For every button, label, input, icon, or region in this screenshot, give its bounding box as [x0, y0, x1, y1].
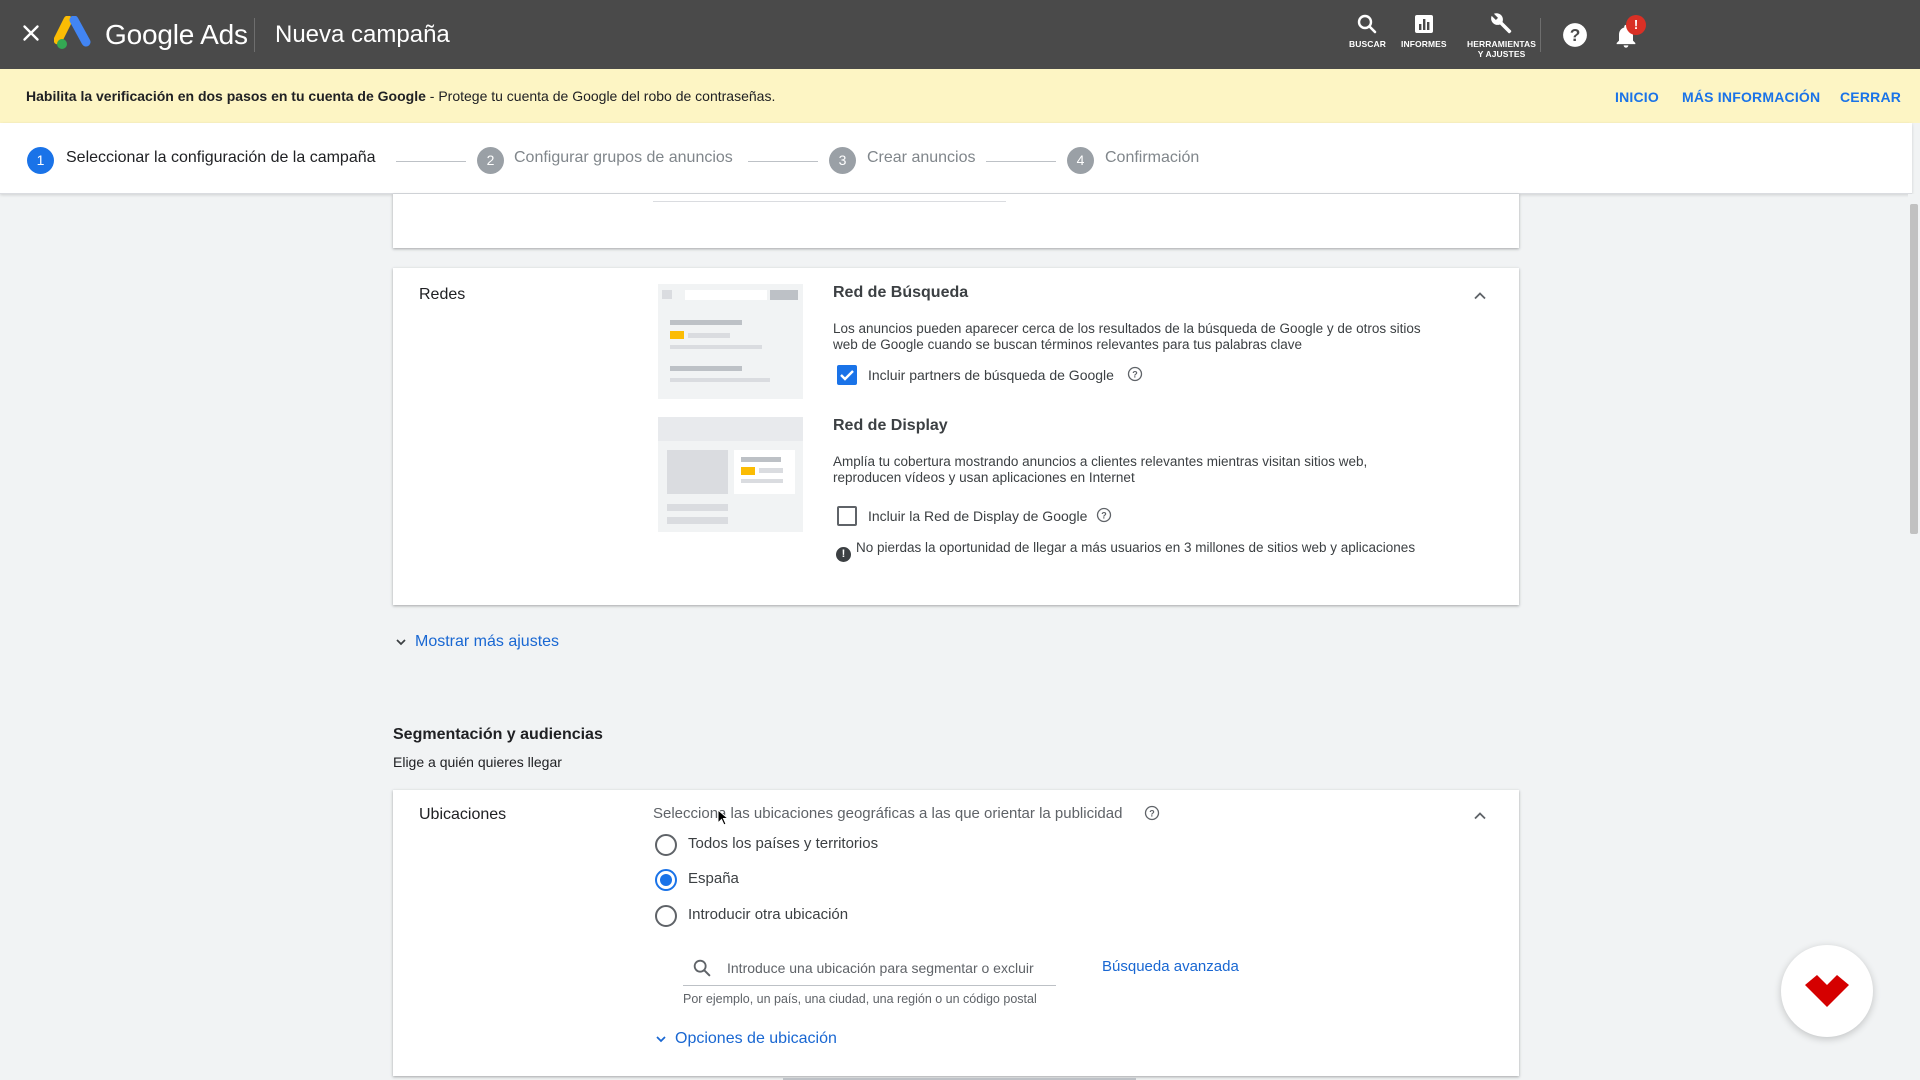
- tools-label-line1: HERRAMIENTAS: [1467, 39, 1537, 49]
- chevron-up-icon[interactable]: [1470, 806, 1490, 826]
- search-icon: [1358, 14, 1377, 34]
- targeting-section-subtitle: Elige a quién quieres llegar: [393, 754, 562, 770]
- location-options-link[interactable]: Opciones de ubicación: [653, 1030, 837, 1048]
- step-2-number: 2: [477, 147, 504, 174]
- checkmark-icon: [840, 370, 854, 381]
- search-button[interactable]: BUSCAR: [1349, 12, 1386, 49]
- banner-text: - Protege tu cuenta de Google del robo d…: [425, 88, 776, 104]
- location-search-field[interactable]: [683, 950, 1056, 986]
- show-more-settings-label: Mostrar más ajustes: [415, 633, 560, 650]
- input-underline: [653, 201, 1006, 202]
- display-network-checkbox[interactable]: [837, 506, 857, 526]
- help-outline-icon[interactable]: ?: [1096, 507, 1112, 523]
- step-2-label[interactable]: Configurar grupos de anuncios: [514, 149, 733, 167]
- banner-close-link[interactable]: CERRAR: [1840, 89, 1901, 105]
- step-1-label[interactable]: Seleccionar la configuración de la campa…: [66, 149, 376, 167]
- svg-text:?: ?: [1149, 809, 1155, 819]
- banner-start-link[interactable]: INICIO: [1615, 89, 1659, 105]
- info-alert-icon: !: [836, 547, 851, 562]
- search-icon: [693, 959, 711, 977]
- reports-icon: [1414, 15, 1433, 33]
- svg-text:?: ?: [1132, 370, 1138, 380]
- tools-label-line2: Y AJUSTES: [1477, 49, 1526, 59]
- locations-title: Ubicaciones: [419, 806, 507, 823]
- step-1-number: 1: [27, 147, 54, 174]
- wrench-icon: [1490, 13, 1511, 34]
- search-network-illustration: [658, 284, 803, 399]
- chevron-down-icon: [656, 1036, 666, 1043]
- red-logo-icon: [1805, 975, 1849, 1007]
- radio-spain[interactable]: [655, 869, 677, 891]
- step-3-number: 3: [829, 147, 856, 174]
- page-title: Nueva campaña: [275, 21, 450, 48]
- svg-text:?: ?: [1570, 25, 1581, 45]
- help-outline-icon[interactable]: ?: [1127, 366, 1143, 382]
- brand-name: Google Ads: [105, 19, 248, 50]
- floating-logo-button[interactable]: [1781, 945, 1873, 1037]
- svg-text:?: ?: [1101, 511, 1107, 521]
- step-3-label[interactable]: Crear anuncios: [867, 149, 976, 167]
- divider: [254, 18, 255, 52]
- display-network-title: Red de Display: [833, 417, 948, 434]
- banner-more-info-link[interactable]: MÁS INFORMACIÓN: [1682, 89, 1820, 105]
- display-network-description: Amplía tu cobertura mostrando anuncios a…: [833, 454, 1368, 485]
- show-more-settings-link[interactable]: Mostrar más ajustes: [393, 633, 559, 651]
- page-scrollbar[interactable]: [1908, 194, 1920, 1080]
- tools-settings-button[interactable]: HERRAMIENTAS Y AJUSTES: [1467, 12, 1536, 59]
- location-options-label: Opciones de ubicación: [675, 1030, 837, 1047]
- search-network-description: Los anuncios pueden aparecer cerca de lo…: [833, 321, 1421, 352]
- step-connector: [986, 161, 1056, 162]
- search-partners-label: Incluir partners de búsqueda de Google: [868, 367, 1114, 383]
- close-icon[interactable]: [18, 20, 44, 46]
- radio-spain-label[interactable]: España: [688, 870, 739, 887]
- previous-settings-card: [393, 194, 1519, 248]
- notification-badge: !: [1626, 15, 1646, 35]
- display-network-warning: No pierdas la oportunidad de llegar a má…: [856, 540, 1416, 555]
- search-network-title: Red de Búsqueda: [833, 284, 969, 301]
- radio-all-countries-label[interactable]: Todos los países y territorios: [688, 835, 878, 852]
- divider: [1540, 18, 1541, 52]
- campaign-stepper: 1 Seleccionar la configuración de la cam…: [0, 123, 1912, 194]
- networks-title: Redes: [419, 286, 466, 303]
- display-network-illustration: [658, 417, 803, 532]
- radio-other-location-label[interactable]: Introducir otra ubicación: [688, 906, 848, 923]
- step-connector: [748, 161, 818, 162]
- step-4-number: 4: [1067, 147, 1094, 174]
- radio-other-location[interactable]: [655, 905, 677, 927]
- chevron-up-icon[interactable]: [1470, 286, 1490, 306]
- top-app-bar: Google Ads Nueva campaña BUSCAR INFORMES…: [0, 0, 1920, 69]
- networks-card: Redes Red de Búsqueda Los anuncios puede…: [393, 268, 1519, 605]
- banner-bold-text: Habilita la verificación en dos pasos en…: [26, 88, 426, 104]
- help-icon[interactable]: ?: [1562, 22, 1588, 48]
- google-ads-logo-icon: [54, 16, 91, 49]
- reports-label: INFORMES: [1401, 39, 1447, 49]
- search-partners-checkbox[interactable]: [837, 365, 857, 385]
- mouse-cursor-icon: [717, 809, 729, 826]
- two-step-verification-banner: Habilita la verificación en dos pasos en…: [0, 69, 1920, 123]
- radio-all-countries[interactable]: [655, 834, 677, 856]
- location-search-hint: Por ejemplo, un país, una ciudad, una re…: [683, 992, 1037, 1006]
- step-4-label[interactable]: Confirmación: [1105, 149, 1199, 167]
- advanced-search-link[interactable]: Búsqueda avanzada: [1102, 958, 1239, 975]
- scrollbar-thumb[interactable]: [1910, 204, 1918, 534]
- banner-message: Habilita la verificación en dos pasos en…: [26, 88, 775, 104]
- help-outline-icon[interactable]: ?: [1144, 805, 1160, 821]
- targeting-section-title: Segmentación y audiencias: [393, 726, 603, 743]
- reports-button[interactable]: INFORMES: [1401, 12, 1447, 49]
- locations-card: Ubicaciones Selecciona las ubicaciones g…: [393, 790, 1519, 1076]
- display-network-label: Incluir la Red de Display de Google: [868, 508, 1088, 524]
- search-label: BUSCAR: [1349, 39, 1386, 49]
- chevron-down-icon: [396, 639, 406, 646]
- location-search-input[interactable]: [727, 956, 1052, 980]
- step-connector: [396, 161, 466, 162]
